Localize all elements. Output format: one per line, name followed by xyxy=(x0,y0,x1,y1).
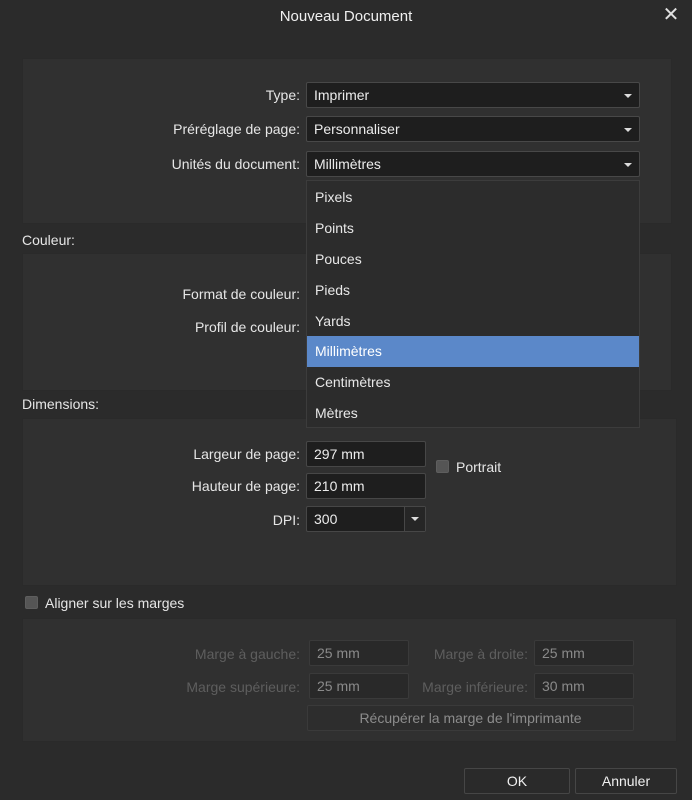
preset-label: Préréglage de page: xyxy=(173,121,300,137)
preset-select[interactable]: Personnaliser xyxy=(306,116,640,142)
margin-left-input[interactable]: 25 mm xyxy=(309,640,409,666)
units-option-metres[interactable]: Mètres xyxy=(307,398,639,429)
page-width-label: Largeur de page: xyxy=(193,446,300,462)
align-margins-checkbox[interactable] xyxy=(25,596,38,609)
type-label: Type: xyxy=(265,87,300,103)
chevron-down-icon xyxy=(624,128,632,132)
units-option-points[interactable]: Points xyxy=(307,213,639,244)
cancel-button[interactable]: Annuler xyxy=(575,768,677,794)
units-label: Unités du document: xyxy=(171,156,300,172)
units-option-pieds[interactable]: Pieds xyxy=(307,275,639,306)
color-section-label: Couleur: xyxy=(22,232,75,248)
dpi-combo[interactable]: 300 xyxy=(306,506,426,532)
color-profile-label: Profil de couleur: xyxy=(194,319,300,335)
dpi-dropdown-button[interactable] xyxy=(404,507,425,531)
units-option-yards[interactable]: Yards xyxy=(307,306,639,337)
page-width-input[interactable]: 297 mm xyxy=(306,441,426,467)
type-select[interactable]: Imprimer xyxy=(306,82,640,108)
title-bar: Nouveau Document ✕ xyxy=(0,0,692,32)
margin-right-input[interactable]: 25 mm xyxy=(534,640,634,666)
color-format-label: Format de couleur: xyxy=(182,286,301,302)
units-option-centimetres[interactable]: Centimètres xyxy=(307,367,639,398)
dialog-title: Nouveau Document xyxy=(279,8,413,25)
margin-bottom-input[interactable]: 30 mm xyxy=(534,673,634,699)
chevron-down-icon xyxy=(624,163,632,167)
margin-left-label: Marge à gauche: xyxy=(194,646,300,662)
page-height-label: Hauteur de page: xyxy=(191,478,300,494)
dimensions-section-label: Dimensions: xyxy=(22,396,100,412)
printer-margins-button[interactable]: Récupérer la marge de l'imprimante xyxy=(307,705,634,731)
units-option-millimetres[interactable]: Millimètres xyxy=(307,336,639,367)
margin-right-label: Marge à droite: xyxy=(433,646,528,662)
margin-bottom-label: Marge inférieure: xyxy=(422,679,528,695)
units-select-value: Millimètres xyxy=(314,156,381,172)
page-height-input[interactable]: 210 mm xyxy=(306,473,426,499)
chevron-down-icon xyxy=(624,94,632,98)
type-select-value: Imprimer xyxy=(314,87,370,103)
units-select[interactable]: Millimètres xyxy=(306,151,640,177)
portrait-label: Portrait xyxy=(456,459,502,475)
preset-select-value: Personnaliser xyxy=(314,121,400,137)
ok-button[interactable]: OK xyxy=(464,768,570,794)
dpi-label: DPI: xyxy=(272,512,300,528)
align-margins-label: Aligner sur les marges xyxy=(45,595,185,611)
close-icon[interactable]: ✕ xyxy=(660,4,682,26)
units-option-pouces[interactable]: Pouces xyxy=(307,244,639,275)
dpi-value: 300 xyxy=(314,511,338,527)
units-option-pixels[interactable]: Pixels xyxy=(307,182,639,213)
units-dropdown-list: Pixels Points Pouces Pieds Yards Millimè… xyxy=(306,180,640,428)
chevron-down-icon xyxy=(411,517,419,521)
margin-top-input[interactable]: 25 mm xyxy=(309,673,409,699)
portrait-checkbox[interactable] xyxy=(436,460,449,473)
margin-top-label: Marge supérieure: xyxy=(186,679,300,695)
